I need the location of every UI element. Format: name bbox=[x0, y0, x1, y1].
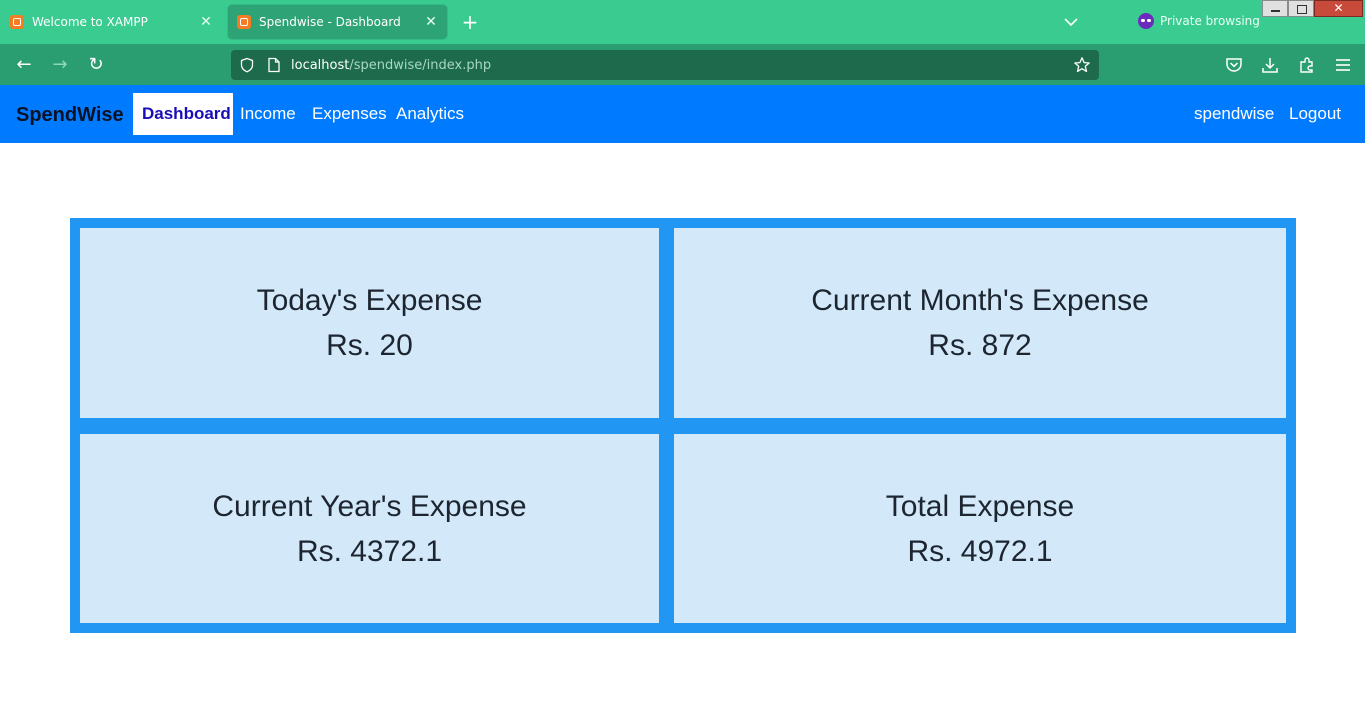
card-value: Rs. 20 bbox=[326, 329, 413, 362]
card-title: Current Month's Expense bbox=[811, 284, 1149, 317]
chevron-down-icon[interactable] bbox=[1060, 10, 1082, 34]
page-icon[interactable] bbox=[267, 57, 281, 73]
nav-income-link[interactable]: Income bbox=[240, 93, 296, 135]
browser-toolbar: ← → ↻ localhost/spendwise/index.php bbox=[0, 44, 1365, 85]
minimize-window-button[interactable] bbox=[1262, 0, 1288, 17]
download-icon[interactable] bbox=[1260, 55, 1280, 75]
current-month-expense-card: Current Month's Expense Rs. 872 bbox=[674, 228, 1286, 418]
current-year-expense-card: Current Year's Expense Rs. 4372.1 bbox=[80, 434, 659, 623]
tab-title: Welcome to XAMPP bbox=[32, 15, 148, 29]
url-path: /spendwise/index.php bbox=[349, 57, 492, 73]
private-browsing-indicator: Private browsing bbox=[1138, 13, 1260, 29]
card-value: Rs. 4372.1 bbox=[296, 534, 443, 568]
reload-icon[interactable]: ↻ bbox=[83, 52, 109, 78]
tab-title: Spendwise - Dashboard bbox=[259, 15, 401, 29]
browser-tab-xampp[interactable]: Welcome to XAMPP ✕ bbox=[0, 5, 222, 39]
new-tab-icon[interactable]: + bbox=[458, 8, 482, 36]
nav-dashboard-link[interactable]: Dashboard bbox=[133, 93, 233, 135]
hamburger-menu-icon[interactable] bbox=[1333, 55, 1353, 75]
bookmark-star-icon[interactable] bbox=[1073, 56, 1091, 74]
url-text: localhost/spendwise/index.php bbox=[291, 58, 491, 73]
close-tab-icon[interactable]: ✕ bbox=[196, 14, 216, 30]
total-expense-card: Total Expense Rs. 4972.1 bbox=[674, 434, 1286, 623]
browser-tab-bar: Welcome to XAMPP ✕ Spendwise - Dashboard… bbox=[0, 0, 1365, 44]
dashboard-grid: Today's Expense Rs. 20 Current Month's E… bbox=[70, 218, 1296, 633]
nav-analytics-link[interactable]: Analytics bbox=[396, 93, 464, 135]
close-tab-icon[interactable]: ✕ bbox=[421, 14, 441, 30]
brand-logo-text[interactable]: SpendWise bbox=[16, 104, 124, 127]
nav-logout-link[interactable]: Logout bbox=[1289, 93, 1341, 135]
close-window-button[interactable]: ✕ bbox=[1314, 0, 1363, 17]
nav-expenses-link[interactable]: Expenses bbox=[312, 93, 387, 135]
nav-username-link[interactable]: spendwise bbox=[1194, 93, 1274, 135]
xampp-favicon-icon bbox=[237, 15, 251, 29]
back-arrow-icon[interactable]: ← bbox=[11, 52, 37, 78]
extensions-puzzle-icon[interactable] bbox=[1297, 55, 1317, 75]
maximize-window-button[interactable] bbox=[1288, 0, 1314, 17]
private-mask-icon bbox=[1138, 13, 1154, 29]
card-title: Total Expense bbox=[885, 489, 1075, 523]
pocket-icon[interactable] bbox=[1224, 55, 1244, 75]
card-value: Rs. 4972.1 bbox=[907, 534, 1053, 568]
card-value: Rs. 872 bbox=[928, 329, 1032, 362]
xampp-favicon-icon bbox=[10, 15, 24, 29]
forward-arrow-icon[interactable]: → bbox=[47, 52, 73, 78]
card-title: Today's Expense bbox=[256, 284, 483, 317]
url-host: localhost bbox=[291, 57, 350, 73]
app-navbar: SpendWise Dashboard Income Expenses Anal… bbox=[0, 85, 1365, 143]
todays-expense-card: Today's Expense Rs. 20 bbox=[80, 228, 659, 418]
address-bar[interactable]: localhost/spendwise/index.php bbox=[231, 50, 1099, 80]
browser-tab-spendwise[interactable]: Spendwise - Dashboard ✕ bbox=[228, 5, 447, 39]
card-title: Current Year's Expense bbox=[212, 489, 527, 523]
shield-icon[interactable] bbox=[239, 57, 255, 73]
private-browsing-label: Private browsing bbox=[1160, 14, 1260, 28]
